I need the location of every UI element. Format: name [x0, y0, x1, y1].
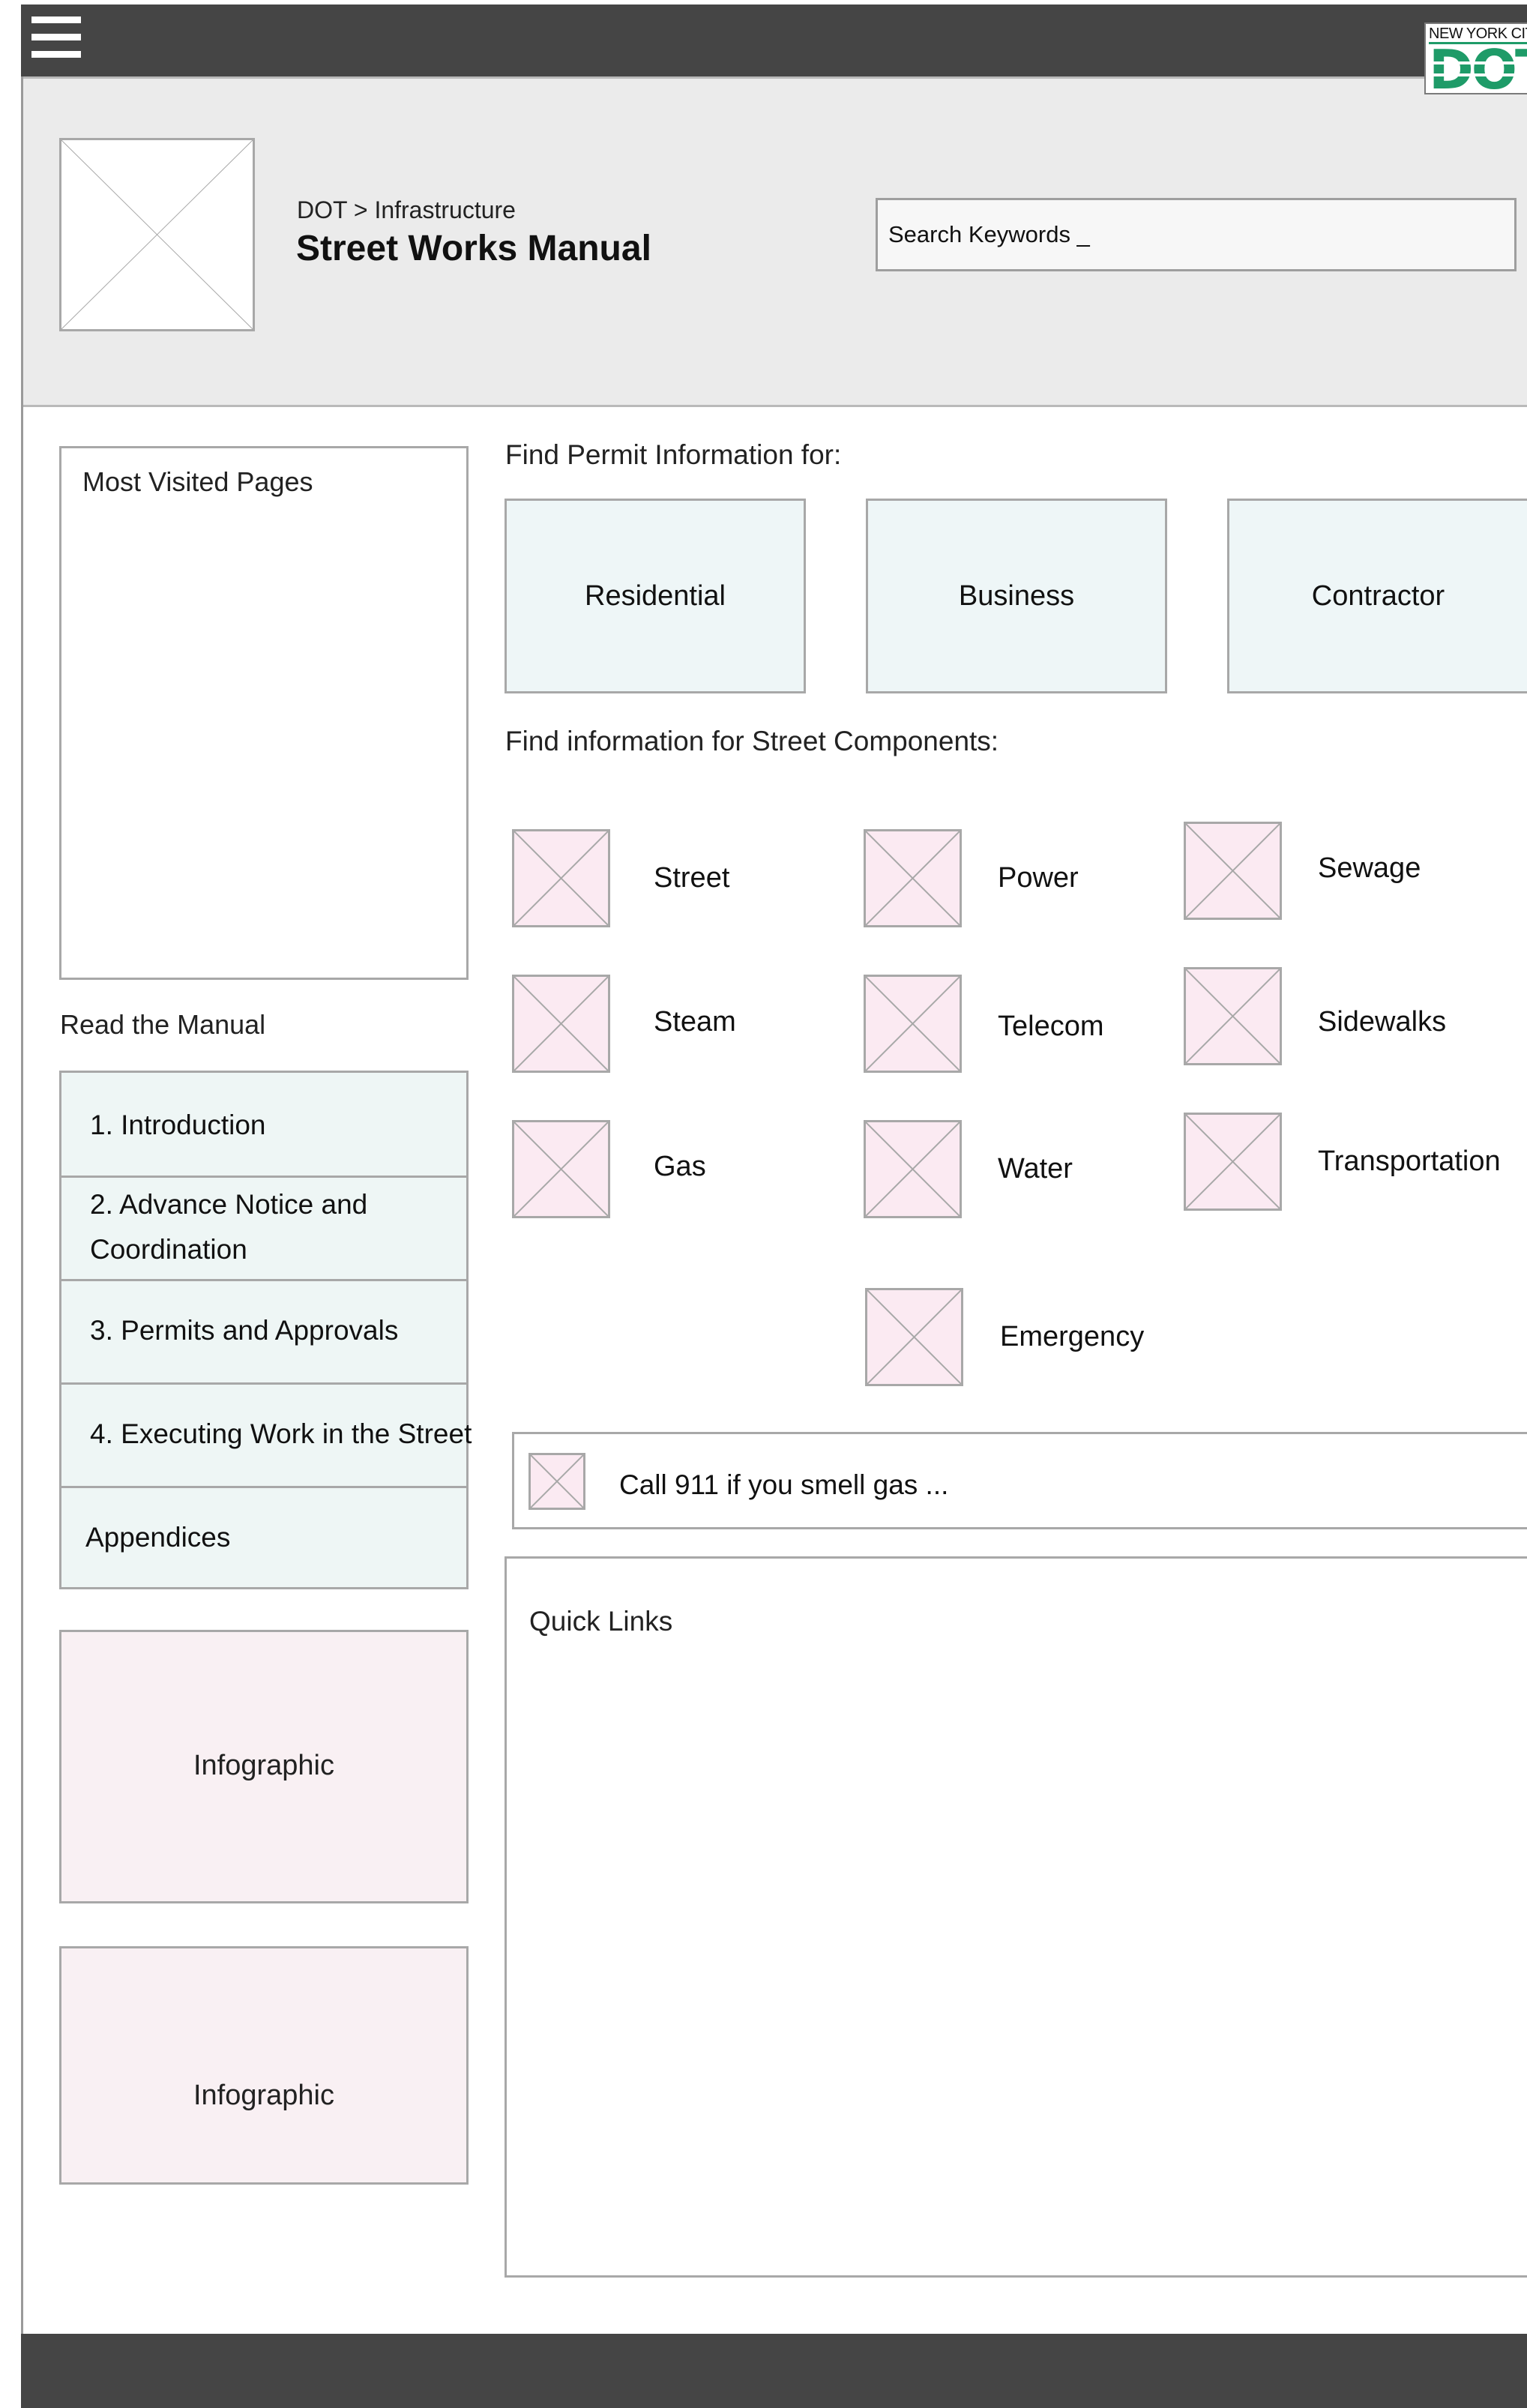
- chapter-introduction[interactable]: 1. Introduction: [61, 1073, 466, 1176]
- permit-residential-button[interactable]: Residential: [505, 499, 806, 693]
- infographic-2[interactable]: Infographic: [59, 1946, 469, 2185]
- menu-icon[interactable]: [31, 16, 81, 58]
- water-icon[interactable]: [864, 1120, 962, 1218]
- infographic-1[interactable]: Infographic: [59, 1630, 469, 1903]
- chapter-executing-work[interactable]: 4. Executing Work in the Street: [61, 1382, 472, 1486]
- power-icon[interactable]: [864, 829, 962, 927]
- infographic-label: Infographic: [193, 2080, 334, 2111]
- chapter-label: 4. Executing Work in the Street: [90, 1418, 472, 1449]
- steam-icon[interactable]: [512, 975, 610, 1073]
- component-emergency-link[interactable]: Emergency: [1000, 1321, 1144, 1353]
- chapter-appendices[interactable]: Appendices: [61, 1486, 466, 1587]
- permit-business-button[interactable]: Business: [866, 499, 1167, 693]
- manual-chapter-list: 1. Introduction 2. Advance Notice and Co…: [59, 1071, 472, 1589]
- chapter-advance-notice[interactable]: 2. Advance Notice and Coordination: [61, 1176, 466, 1279]
- sidewalks-icon[interactable]: [1184, 967, 1282, 1065]
- permit-contractor-button[interactable]: Contractor: [1227, 499, 1527, 693]
- chapter-label: 3. Permits and Approvals: [90, 1315, 399, 1346]
- chapter-label: Coordination: [90, 1234, 247, 1265]
- search-input[interactable]: [876, 198, 1517, 271]
- logo-mark: DOT: [1429, 38, 1527, 94]
- chapter-label: Appendices: [85, 1522, 231, 1553]
- component-sidewalks-link[interactable]: Sidewalks: [1318, 1006, 1446, 1038]
- chapter-label: 2. Advance Notice and: [90, 1189, 368, 1220]
- street-icon[interactable]: [512, 829, 610, 927]
- alert-icon: [528, 1453, 585, 1510]
- component-street-link[interactable]: Street: [654, 862, 729, 894]
- component-telecom-link[interactable]: Telecom: [998, 1011, 1104, 1043]
- footer-bar: [21, 2334, 1527, 2408]
- chapter-label: 1. Introduction: [90, 1110, 266, 1140]
- component-water-link[interactable]: Water: [998, 1153, 1073, 1185]
- header-image-placeholder: [59, 138, 255, 331]
- component-gas-link[interactable]: Gas: [654, 1151, 706, 1183]
- component-transportation-link[interactable]: Transportation: [1318, 1146, 1501, 1178]
- nyc-dot-logo[interactable]: NEW YORK CITY DOT: [1424, 22, 1527, 94]
- component-steam-link[interactable]: Steam: [654, 1006, 736, 1038]
- most-visited-title: Most Visited Pages: [82, 466, 313, 497]
- telecom-icon[interactable]: [864, 975, 962, 1073]
- chapter-permits-approvals[interactable]: 3. Permits and Approvals: [61, 1279, 466, 1382]
- infographic-label: Infographic: [193, 1750, 334, 1781]
- component-sewage-link[interactable]: Sewage: [1318, 852, 1421, 885]
- transportation-icon[interactable]: [1184, 1113, 1282, 1211]
- quick-links-title: Quick Links: [529, 1606, 673, 1637]
- emergency-icon[interactable]: [865, 1288, 963, 1386]
- sewage-icon[interactable]: [1184, 822, 1282, 920]
- gas-icon[interactable]: [512, 1120, 610, 1218]
- quick-links-panel: [505, 1556, 1527, 2278]
- component-power-link[interactable]: Power: [998, 862, 1079, 894]
- read-manual-title: Read the Manual: [60, 1009, 266, 1040]
- page-title: Street Works Manual: [296, 229, 651, 268]
- components-section-title: Find information for Street Components:: [505, 726, 999, 756]
- breadcrumb[interactable]: DOT > Infrastructure: [297, 196, 516, 224]
- most-visited-panel: [59, 446, 469, 980]
- top-bar: [21, 4, 1527, 76]
- permit-section-title: Find Permit Information for:: [505, 439, 842, 470]
- alert-text: Call 911 if you smell gas ...: [619, 1469, 949, 1500]
